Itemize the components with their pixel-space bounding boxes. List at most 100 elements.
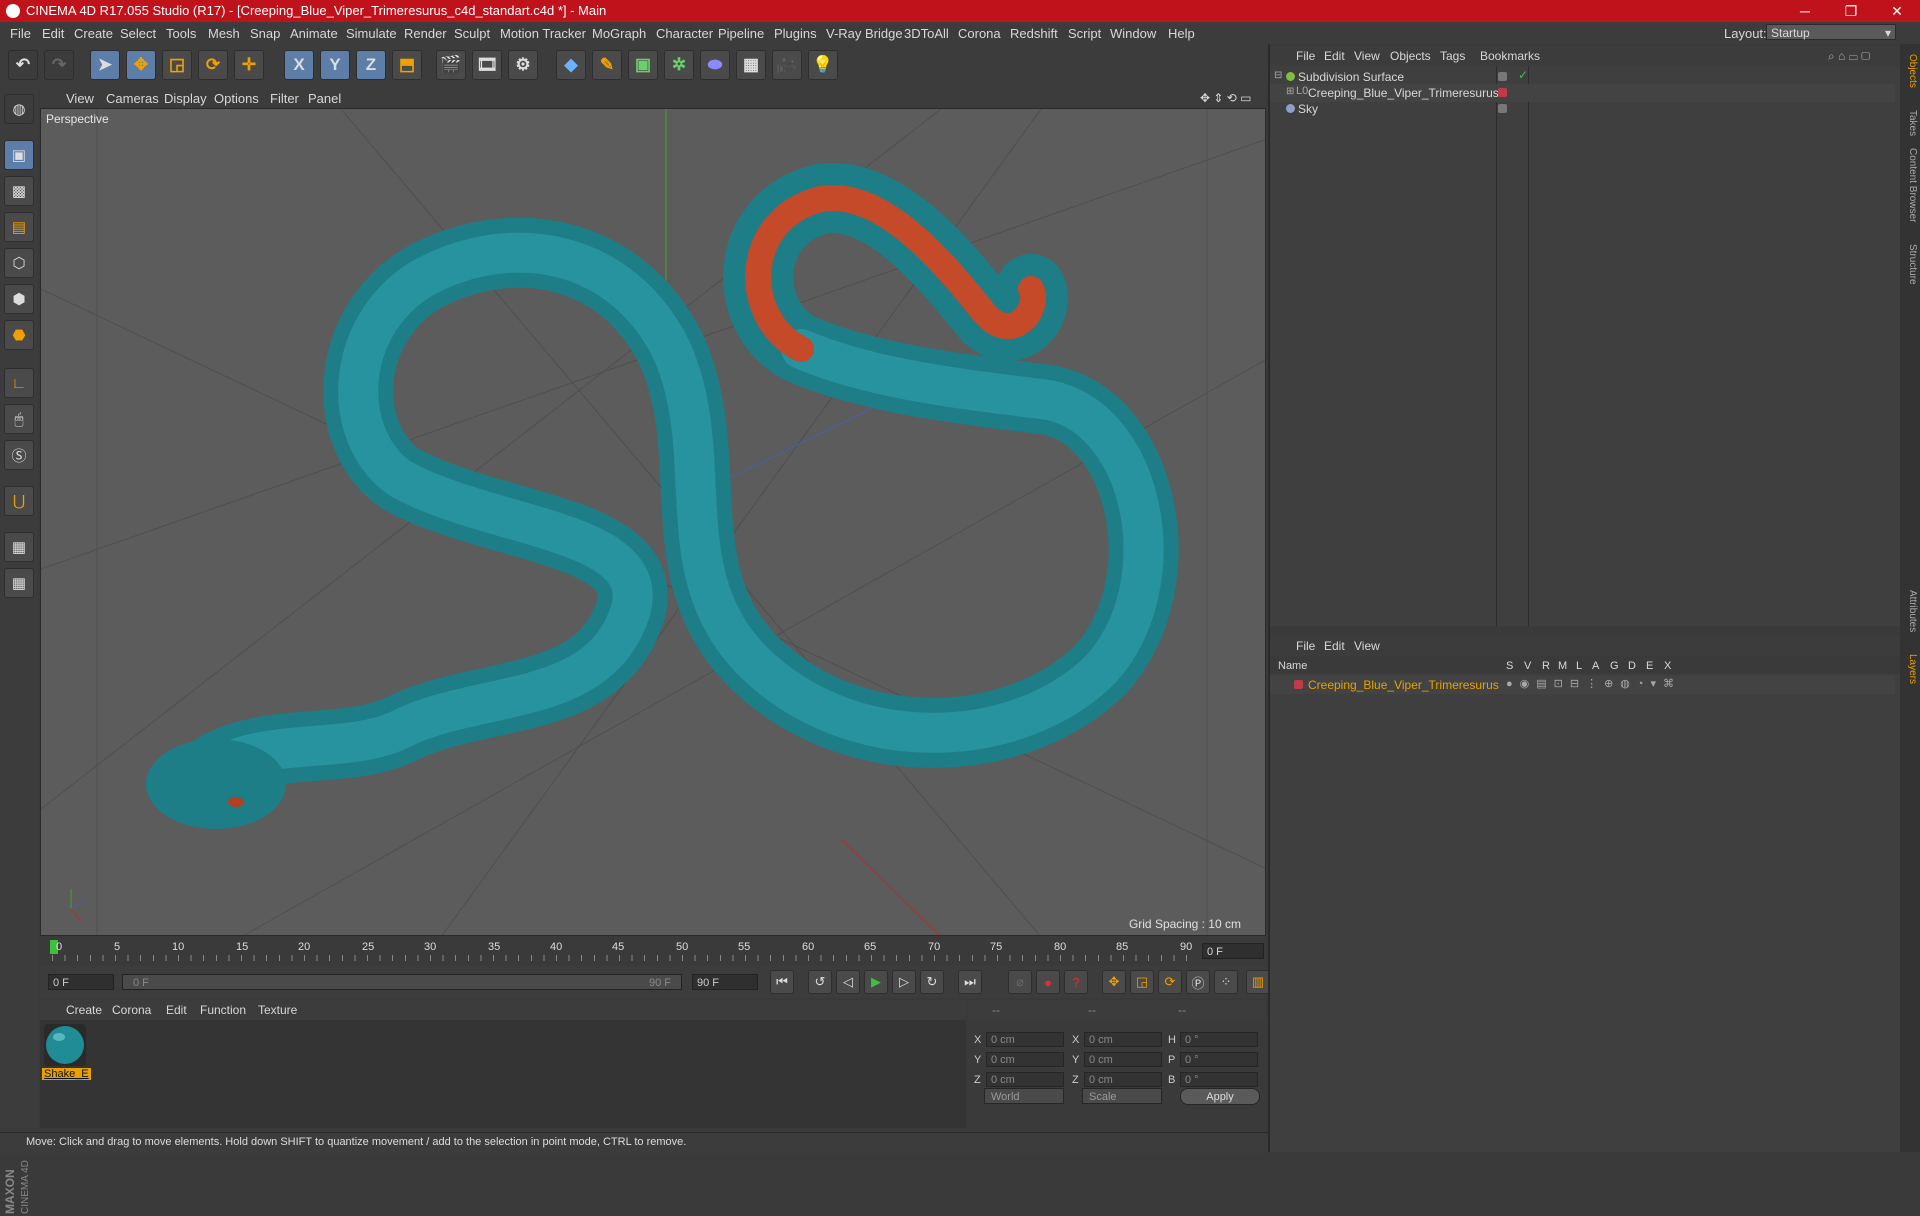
snap-icon[interactable]: Ⓢ bbox=[4, 440, 34, 470]
timeline-ruler[interactable]: 0 5 10 15 20 25 30 35 40 45 50 55 60 65 … bbox=[40, 938, 1266, 966]
start-frame-field[interactable]: 0 F bbox=[48, 974, 114, 990]
viewport-menu-view[interactable]: View bbox=[66, 91, 94, 106]
key-scale-icon[interactable]: ◲ bbox=[1130, 970, 1154, 994]
tab-layers[interactable]: Layers bbox=[1902, 654, 1918, 684]
record-icon[interactable]: ● bbox=[1036, 970, 1060, 994]
position-x-field[interactable]: 0 cm bbox=[986, 1032, 1064, 1047]
deformer-icon[interactable]: ⬬ bbox=[700, 50, 730, 80]
axis-x-button[interactable]: X bbox=[284, 50, 314, 80]
rotation-h-field[interactable]: 0 ° bbox=[1180, 1032, 1258, 1047]
maximize-button[interactable]: ❐ bbox=[1828, 0, 1874, 22]
mat-menu-edit[interactable]: Edit bbox=[166, 1003, 187, 1017]
obj-search-icons[interactable]: ⌕ ⌂ ▭ ▢ bbox=[1828, 49, 1870, 64]
close-button[interactable]: ✕ bbox=[1874, 0, 1920, 22]
previous-frame-icon[interactable]: ◁ bbox=[836, 970, 860, 994]
position-y-field[interactable]: 0 cm bbox=[986, 1052, 1064, 1067]
viewport-nav-icons[interactable]: ✥ ⇕ ⟲ ▭ bbox=[1200, 91, 1252, 105]
layer-menu-edit[interactable]: Edit bbox=[1324, 639, 1345, 653]
workplane-grid-icon[interactable]: ▦ bbox=[4, 568, 34, 598]
edges-mode-icon[interactable]: ⬢ bbox=[4, 284, 34, 314]
menu-animate[interactable]: Animate bbox=[290, 26, 338, 41]
polygons-mode-icon[interactable]: ⬣ bbox=[4, 320, 34, 350]
key-parameter-icon[interactable]: Ⓟ bbox=[1186, 970, 1210, 994]
menu-pipeline[interactable]: Pipeline bbox=[718, 26, 764, 41]
menu-select[interactable]: Select bbox=[120, 26, 156, 41]
layer-color-icon[interactable] bbox=[1294, 680, 1303, 689]
mat-menu-create[interactable]: Create bbox=[66, 1003, 102, 1017]
next-key-icon[interactable]: ↻ bbox=[920, 970, 944, 994]
layer-row[interactable]: Creeping_Blue_Viper_Trimeresurus ●◉▤⊡⊟⋮⊕… bbox=[1270, 676, 1895, 694]
viewport-perspective[interactable]: Perspective Grid Spacing : 10 cm bbox=[40, 108, 1266, 936]
menu-motion-tracker[interactable]: Motion Tracker bbox=[500, 26, 586, 41]
menu-script[interactable]: Script bbox=[1068, 26, 1101, 41]
axis-z-button[interactable]: Z bbox=[356, 50, 386, 80]
texture-mode-icon[interactable]: ▩ bbox=[4, 176, 34, 206]
next-frame-icon[interactable]: ▷ bbox=[892, 970, 916, 994]
axis-y-button[interactable]: Y bbox=[320, 50, 350, 80]
redo-icon[interactable]: ↷ bbox=[44, 50, 74, 80]
menu-snap[interactable]: Snap bbox=[250, 26, 280, 41]
key-position-icon[interactable]: ✥ bbox=[1102, 970, 1126, 994]
viewport-menu-panel[interactable]: Panel bbox=[308, 91, 341, 106]
obj-menu-edit[interactable]: Edit bbox=[1324, 49, 1345, 63]
undo-icon[interactable]: ↶ bbox=[8, 50, 38, 80]
menu-character[interactable]: Character bbox=[656, 26, 713, 41]
menu-plugins[interactable]: Plugins bbox=[774, 26, 817, 41]
floor-grid-icon[interactable]: ▦ bbox=[736, 50, 766, 80]
move-icon[interactable]: ✥ bbox=[126, 50, 156, 80]
rotation-p-field[interactable]: 0 ° bbox=[1180, 1052, 1258, 1067]
menu-mograph[interactable]: MoGraph bbox=[592, 26, 646, 41]
mat-menu-function[interactable]: Function bbox=[200, 1003, 246, 1017]
tweak-mode-icon[interactable]: 🖱 bbox=[4, 404, 34, 434]
coordinate-space-dropdown[interactable]: World bbox=[984, 1088, 1064, 1104]
mat-menu-corona[interactable]: Corona bbox=[112, 1003, 151, 1017]
obj-menu-objects[interactable]: Objects bbox=[1390, 49, 1431, 63]
mat-menu-texture[interactable]: Texture bbox=[258, 1003, 297, 1017]
menu-vray-bridge[interactable]: V-Ray Bridge bbox=[826, 26, 903, 41]
menu-edit[interactable]: Edit bbox=[42, 26, 64, 41]
key-point-level-icon[interactable]: ⁘ bbox=[1214, 970, 1238, 994]
coordinate-mode-dropdown[interactable]: Scale bbox=[1082, 1088, 1162, 1104]
previous-key-icon[interactable]: ↺ bbox=[808, 970, 832, 994]
viewport-menu-options[interactable]: Options bbox=[214, 91, 259, 106]
render-settings-icon[interactable]: ⚙ bbox=[508, 50, 538, 80]
obj-menu-bookmarks[interactable]: Bookmarks bbox=[1480, 49, 1540, 63]
light-bulb-icon[interactable]: 💡 bbox=[808, 50, 838, 80]
object-row[interactable]: Sky bbox=[1270, 100, 1895, 118]
layer-menu-view[interactable]: View bbox=[1354, 639, 1380, 653]
obj-menu-tags[interactable]: Tags bbox=[1440, 49, 1465, 63]
size-y-field[interactable]: 0 cm bbox=[1084, 1052, 1162, 1067]
material-name-label[interactable]: Shake_E bbox=[42, 1068, 91, 1080]
tab-structure[interactable]: Structure bbox=[1902, 244, 1918, 285]
transform-icon[interactable]: ✛ bbox=[234, 50, 264, 80]
menu-render[interactable]: Render bbox=[404, 26, 447, 41]
render-view-icon[interactable]: 🎬 bbox=[436, 50, 466, 80]
size-z-field[interactable]: 0 cm bbox=[1084, 1072, 1162, 1087]
subdivision-icon[interactable]: ▣ bbox=[628, 50, 658, 80]
camera-icon[interactable]: 🎥 bbox=[772, 50, 802, 80]
timeline-window-icon[interactable]: ▥ bbox=[1246, 970, 1270, 994]
minimize-button[interactable]: ─ bbox=[1782, 0, 1828, 22]
tab-takes[interactable]: Takes bbox=[1902, 110, 1918, 136]
tab-objects[interactable]: Objects bbox=[1902, 54, 1918, 88]
make-editable-icon[interactable]: ◍ bbox=[4, 94, 34, 124]
apply-button[interactable]: Apply bbox=[1180, 1088, 1260, 1105]
menu-help[interactable]: Help bbox=[1168, 26, 1195, 41]
mograph-cloner-icon[interactable]: ✲ bbox=[664, 50, 694, 80]
menu-mesh[interactable]: Mesh bbox=[208, 26, 240, 41]
menu-simulate[interactable]: Simulate bbox=[346, 26, 397, 41]
play-icon[interactable]: ▶ bbox=[864, 970, 888, 994]
current-frame-field[interactable]: 0 F bbox=[1202, 943, 1264, 959]
viewport-menu-filter[interactable]: Filter bbox=[270, 91, 299, 106]
points-mode-icon[interactable]: ⬡ bbox=[4, 248, 34, 278]
menu-redshift[interactable]: Redshift bbox=[1010, 26, 1058, 41]
rotate-icon[interactable]: ⟳ bbox=[198, 50, 228, 80]
check-icon[interactable]: ✓ bbox=[1518, 68, 1528, 82]
model-mode-icon[interactable]: ▣ bbox=[4, 140, 34, 170]
layout-dropdown[interactable]: Startup ▾ bbox=[1766, 24, 1896, 40]
menu-sculpt[interactable]: Sculpt bbox=[454, 26, 490, 41]
scale-icon[interactable]: ◲ bbox=[162, 50, 192, 80]
auto-key-icon[interactable]: ? bbox=[1064, 970, 1088, 994]
size-x-field[interactable]: 0 cm bbox=[1084, 1032, 1162, 1047]
lock-workplane-icon[interactable]: ▦ bbox=[4, 532, 34, 562]
